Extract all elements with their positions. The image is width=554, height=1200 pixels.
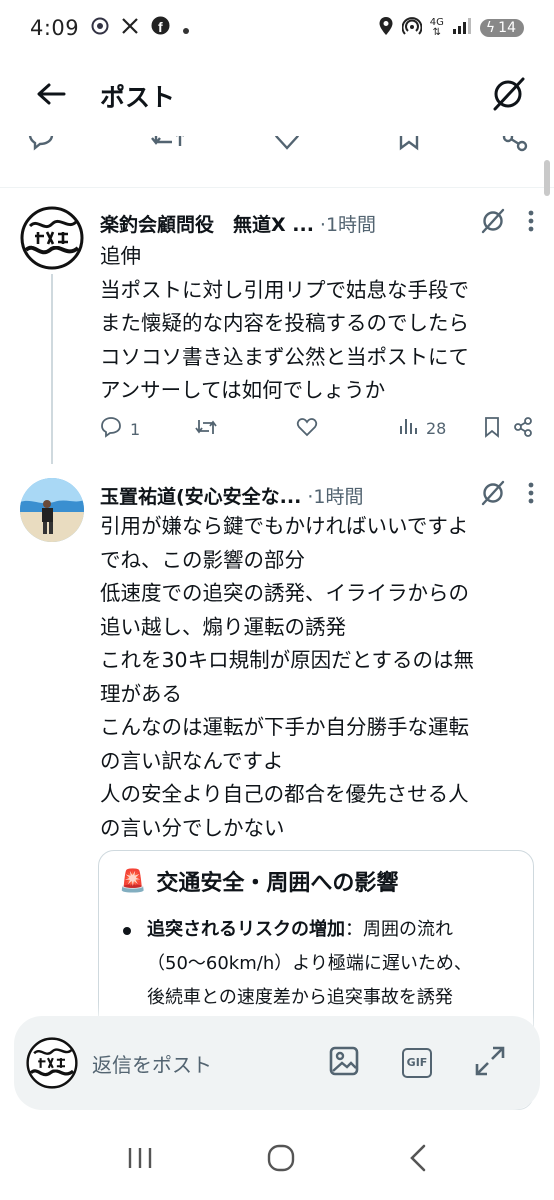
back-nav-icon[interactable]	[409, 1144, 427, 1176]
thread-line	[51, 274, 53, 464]
timestamp[interactable]: ·1時間	[320, 210, 376, 237]
status-time: 4:09	[30, 16, 80, 40]
grok-icon[interactable]	[490, 76, 526, 116]
reply-button[interactable]: 1	[100, 416, 140, 442]
grok-icon[interactable]	[480, 208, 506, 238]
share-icon	[512, 416, 534, 442]
image-icon[interactable]	[328, 1045, 360, 1081]
reply-composer[interactable]: 返信をポスト GIF	[14, 1016, 540, 1110]
svg-text:f: f	[158, 19, 163, 35]
tweet-text: 引用が嫌なら鍵でもかければいいですよ でね、この影響の部分 低速度での追突の誘発…	[100, 514, 474, 840]
avatar[interactable]	[20, 206, 84, 270]
previous-tweet-actions	[0, 136, 554, 160]
tweet-header: 楽釣会顧問役 無道X ... ·1時間	[100, 206, 534, 240]
share-button[interactable]	[512, 416, 534, 442]
reply-count: 1	[130, 419, 141, 439]
app-header: ポスト	[0, 56, 554, 136]
expand-icon[interactable]	[474, 1045, 506, 1081]
tweet-header: 玉置祐道(安心安全な... ·1時間	[100, 478, 534, 512]
share-icon[interactable]	[500, 136, 530, 156]
bookmark-icon	[482, 416, 502, 442]
author-name[interactable]: 玉置祐道(安心安全な...	[100, 482, 301, 509]
bookmark-button[interactable]	[482, 416, 502, 442]
more-options-icon[interactable]	[528, 210, 534, 236]
network-type: 4G ⇅	[429, 17, 444, 38]
x-logo-icon	[121, 16, 139, 40]
author-name[interactable]: 楽釣会顧問役 無道X ...	[100, 210, 314, 237]
tweet[interactable]: 楽釣会顧問役 無道X ... ·1時間 追伸 当ポストに対し引用リプで姑息な手段…	[0, 188, 554, 464]
system-nav-bar	[0, 1120, 554, 1200]
bookmark-icon[interactable]	[394, 136, 424, 156]
more-options-icon[interactable]	[528, 482, 534, 508]
gif-button[interactable]: GIF	[402, 1048, 432, 1078]
card-title-text: 交通安全・周囲への影響	[156, 871, 399, 896]
location-icon	[378, 16, 394, 41]
like-icon	[296, 416, 318, 442]
reply-input[interactable]: 返信をポスト	[92, 1049, 212, 1078]
grok-icon[interactable]	[480, 480, 506, 510]
avatar[interactable]	[20, 478, 84, 542]
repost-icon[interactable]	[150, 136, 186, 156]
bullet-heading: 追突されるリスクの増加	[147, 919, 345, 940]
charging-icon: ϟ	[485, 20, 496, 36]
recent-apps-icon[interactable]	[127, 1146, 153, 1174]
more-notifications-dot-icon	[182, 16, 190, 40]
views-button[interactable]: 28	[398, 416, 446, 440]
home-icon[interactable]	[267, 1144, 295, 1176]
repost-icon	[194, 416, 218, 442]
view-count: 28	[426, 418, 447, 438]
reply-icon	[100, 416, 122, 442]
battery-indicator: ϟ 14	[479, 19, 524, 37]
signal-icon	[452, 16, 472, 40]
like-button[interactable]	[296, 416, 318, 442]
facebook-icon: f	[151, 16, 170, 40]
tweet-text: 追伸 当ポストに対し引用リプで姑息な手段で また懐疑的な内容を投稿するのでしたら…	[100, 244, 469, 402]
reply-icon[interactable]	[26, 136, 56, 156]
back-arrow-icon[interactable]	[36, 82, 66, 110]
siren-emoji: 🚨	[119, 868, 147, 894]
views-icon	[398, 416, 418, 440]
gif-label: GIF	[406, 1056, 428, 1069]
bullet-dot	[123, 927, 131, 935]
card-title: 🚨 交通安全・周囲への影響	[119, 865, 398, 897]
like-icon[interactable]	[272, 136, 302, 156]
repost-button[interactable]	[194, 416, 218, 442]
page-title: ポスト	[100, 83, 176, 112]
hotspot-icon	[401, 16, 423, 41]
data-arrows-icon: ⇅	[432, 27, 442, 38]
tweet-actions: 1 28	[96, 416, 536, 444]
my-avatar[interactable]	[26, 1037, 78, 1089]
timestamp[interactable]: ·1時間	[307, 482, 363, 509]
app-notification-icon	[91, 16, 109, 40]
status-bar: 4:09 f 4G ⇅ ϟ 14	[0, 0, 554, 56]
